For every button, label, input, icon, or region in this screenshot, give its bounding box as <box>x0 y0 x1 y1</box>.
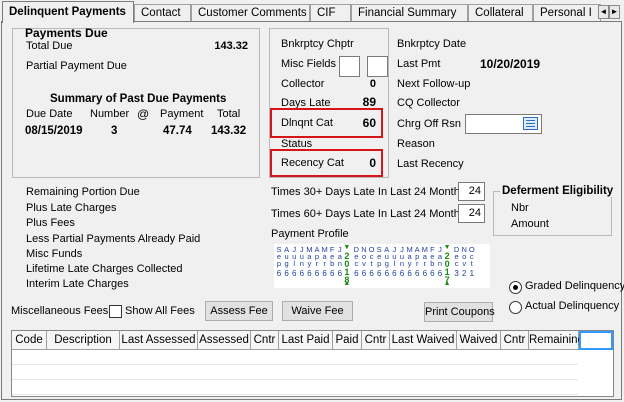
misc-funds-label: Misc Funds <box>26 248 83 260</box>
chrg-off-rsn-input[interactable] <box>465 114 542 134</box>
payment-header: Payment <box>160 108 204 120</box>
profile-month-oct: O c t <box>468 245 475 268</box>
dlnqnt-cat-value: 60 <box>362 116 376 130</box>
column-header-description[interactable]: Description <box>47 331 120 350</box>
tab-scroll-left-button[interactable]: ◄ <box>598 5 609 19</box>
past-due-payment: 47.74 <box>163 125 192 137</box>
tab-customer-comments[interactable]: Customer Comments <box>191 4 310 22</box>
next-followup-label: Next Follow-up <box>397 78 471 90</box>
table-row[interactable] <box>12 380 578 395</box>
bankruptcy-date-label: Bnkrptcy Date <box>397 38 467 50</box>
deferment-eligibility-title: Deferment Eligibility <box>500 185 616 197</box>
column-header-cntr-2[interactable]: Cntr <box>362 331 390 350</box>
column-header-remaining[interactable]: Remaining <box>529 331 584 350</box>
profile-value: 1 <box>469 269 475 278</box>
times-60-days-late-label: Times 60+ Days Late In Last 24 Months <box>271 208 466 220</box>
plus-fees-label: Plus Fees <box>26 217 75 229</box>
collector-label: Collector <box>281 78 325 90</box>
bankruptcy-chapter-label: Bnkrptcy Chptr <box>281 38 354 50</box>
cq-collector-label: CQ Collector <box>397 97 460 109</box>
times-30-days-late-input[interactable]: 24 <box>458 182 485 201</box>
recency-cat-value: 0 <box>369 156 376 170</box>
column-header-assessed[interactable]: Assessed <box>198 331 251 350</box>
tab-bar: Delinquent Payments Contact Customer Com… <box>0 0 624 23</box>
remaining-portion-due-label: Remaining Portion Due <box>26 186 140 198</box>
past-due-total: 143.32 <box>211 125 247 137</box>
table-row[interactable] <box>12 350 578 365</box>
due-date-header: Due Date <box>26 108 73 120</box>
column-header-last-assessed[interactable]: Last Assessed <box>120 331 198 350</box>
actual-delinquency-radio[interactable] <box>509 301 522 314</box>
total-header: Total <box>217 108 241 120</box>
fees-table[interactable]: Code Description Last Assessed Assessed … <box>11 330 614 397</box>
last-pmt-value: 10/20/2019 <box>480 57 541 71</box>
number-header: Number <box>90 108 130 120</box>
graded-delinquency-label: Graded Delinquency <box>525 280 624 292</box>
tab-contact[interactable]: Contact <box>134 4 191 22</box>
times-30-days-late-label: Times 30+ Days Late In Last 24 Months <box>271 186 466 198</box>
profile-year-marker-icon: ▲ <box>443 280 451 287</box>
profile-year-marker-icon: ▲ <box>343 280 351 287</box>
assess-fee-button[interactable]: Assess Fee <box>205 301 273 321</box>
deferment-nbr-label: Nbr <box>511 202 529 214</box>
tab-collateral[interactable]: Collateral <box>468 4 533 22</box>
column-header-code[interactable]: Code <box>12 331 47 350</box>
column-header-last-waived[interactable]: Last Waived <box>390 331 457 350</box>
table-row[interactable] <box>12 365 578 380</box>
collector-value: 0 <box>369 78 376 90</box>
dlnqnt-cat-label: Dlnqnt Cat <box>281 117 333 129</box>
past-due-number: 3 <box>111 125 118 137</box>
deferment-amount-label: Amount <box>511 218 549 230</box>
days-late-value: 89 <box>362 95 376 109</box>
times-60-days-late-input[interactable]: 24 <box>458 204 485 223</box>
chrg-off-rsn-label: Chrg Off Rsn <box>397 118 461 130</box>
misc-field-2-input[interactable] <box>367 56 388 77</box>
tab-cif[interactable]: CIF <box>310 4 351 22</box>
plus-late-charges-label: Plus Late Charges <box>26 202 117 214</box>
reason-label: Reason <box>397 138 435 150</box>
tab-financial-summary[interactable]: Financial Summary <box>351 4 468 22</box>
past-due-summary-title: Summary of Past Due Payments <box>50 93 227 105</box>
partial-payment-due-label: Partial Payment Due <box>26 60 127 72</box>
list-picker-icon[interactable] <box>523 117 538 130</box>
total-due-value: 143.32 <box>214 40 248 52</box>
column-header-paid[interactable]: Paid <box>333 331 362 350</box>
recency-cat-label: Recency Cat <box>281 157 344 169</box>
actual-delinquency-label: Actual Delinquency <box>525 300 620 312</box>
print-coupons-button[interactable]: Print Coupons <box>424 302 495 322</box>
show-all-fees-label: Show All Fees <box>125 305 195 317</box>
misc-field-1-input[interactable] <box>339 56 360 77</box>
lifetime-late-charges-label: Lifetime Late Charges Collected <box>26 263 183 275</box>
tab-scroll-right-button[interactable]: ► <box>609 5 620 19</box>
total-due-label: Total Due <box>26 40 73 52</box>
column-header-cntr-1[interactable]: Cntr <box>251 331 279 350</box>
column-header-blank[interactable] <box>579 331 613 350</box>
last-recency-label: Last Recency <box>397 158 464 170</box>
column-header-cntr-3[interactable]: Cntr <box>501 331 529 350</box>
tab-personal[interactable]: Personal I <box>533 4 601 22</box>
payments-due-title: Payments Due <box>25 26 108 40</box>
column-header-waived[interactable]: Waived <box>457 331 501 350</box>
past-due-date: 08/15/2019 <box>25 125 83 137</box>
waive-fee-button[interactable]: Waive Fee <box>282 301 353 321</box>
graded-delinquency-radio[interactable] <box>509 281 522 294</box>
payment-profile-label: Payment Profile <box>271 228 349 240</box>
column-header-last-paid[interactable]: Last Paid <box>279 331 333 350</box>
tab-delinquent-payments[interactable]: Delinquent Payments <box>2 1 134 23</box>
at-header: @ <box>137 107 150 121</box>
show-all-fees-checkbox[interactable] <box>109 305 122 318</box>
misc-fees-label: Miscellaneous Fees <box>11 305 109 317</box>
interim-late-charges-label: Interim Late Charges <box>26 278 129 290</box>
last-pmt-label: Last Pmt <box>397 58 441 70</box>
misc-fields-label: Misc Fields <box>281 58 337 70</box>
payment-profile-strip: S e p6A u g6J u l6J u n6M a y6A p r6M a … <box>274 244 490 288</box>
less-partial-payments-label: Less Partial Payments Already Paid <box>26 233 201 245</box>
